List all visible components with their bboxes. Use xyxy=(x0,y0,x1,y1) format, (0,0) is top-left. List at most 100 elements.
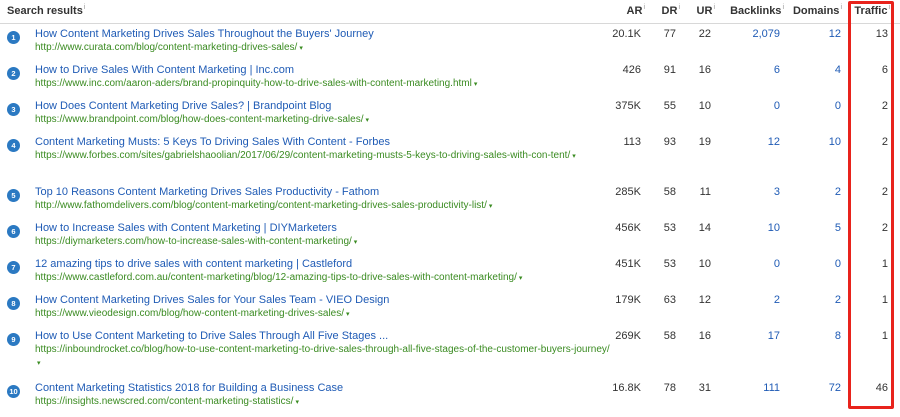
result-url-text[interactable]: https://www.forbes.com/sites/gabrielshao… xyxy=(35,150,570,161)
cell-domains[interactable]: 0 xyxy=(835,258,841,270)
chevron-down-icon[interactable]: ▾ xyxy=(366,117,370,124)
result-title-link[interactable]: Content Marketing Musts: 5 Keys To Drivi… xyxy=(35,136,390,148)
result-url: https://diymarketers.com/how-to-increase… xyxy=(35,235,610,249)
result-title-link[interactable]: 12 amazing tips to drive sales with cont… xyxy=(35,258,352,270)
chevron-down-icon[interactable]: ▾ xyxy=(519,275,523,282)
chevron-down-icon[interactable]: ▾ xyxy=(572,153,576,160)
result-title-link[interactable]: How to Drive Sales With Content Marketin… xyxy=(35,64,294,76)
chevron-down-icon[interactable]: ▾ xyxy=(354,239,358,246)
cell-traffic: 46 xyxy=(875,382,888,394)
cell-traffic: 6 xyxy=(881,64,888,76)
cell-ur: 19 xyxy=(698,136,711,148)
cell-backlinks[interactable]: 0 xyxy=(774,100,780,112)
traffic-column-highlight xyxy=(848,1,894,409)
cell-ur: 16 xyxy=(698,330,711,342)
result-url: https://www.castleford.com.au/content-ma… xyxy=(35,271,610,285)
result-url: http://www.curata.com/blog/content-marke… xyxy=(35,41,610,55)
header-divider xyxy=(0,23,900,24)
cell-domains[interactable]: 2 xyxy=(835,186,841,198)
cell-dr: 91 xyxy=(663,64,676,76)
result-url: https://www.forbes.com/sites/gabrielshao… xyxy=(35,149,610,163)
cell-dr: 58 xyxy=(663,330,676,342)
cell-domains[interactable]: 72 xyxy=(829,382,841,394)
cell-ar: 375K xyxy=(615,100,641,112)
info-icon[interactable]: i xyxy=(713,4,715,11)
result-url-text[interactable]: https://www.vieodesign.com/blog/how-cont… xyxy=(35,308,344,319)
cell-traffic: 1 xyxy=(881,294,888,306)
rank-badge: 3 xyxy=(7,103,20,116)
cell-ur: 31 xyxy=(698,382,711,394)
rank-badge: 1 xyxy=(7,31,20,44)
rank-badge: 6 xyxy=(7,225,20,238)
cell-domains[interactable]: 10 xyxy=(829,136,841,148)
result-url-text[interactable]: https://www.castleford.com.au/content-ma… xyxy=(35,272,517,283)
chevron-down-icon[interactable]: ▾ xyxy=(489,203,493,210)
cell-ur: 12 xyxy=(698,294,711,306)
header-ur[interactable]: URi xyxy=(697,4,715,17)
chevron-down-icon[interactable]: ▾ xyxy=(346,311,350,318)
info-icon[interactable]: i xyxy=(84,4,86,11)
cell-backlinks[interactable]: 17 xyxy=(768,330,780,342)
cell-dr: 55 xyxy=(663,100,676,112)
cell-ur: 22 xyxy=(698,28,711,40)
cell-backlinks[interactable]: 12 xyxy=(768,136,780,148)
cell-traffic: 2 xyxy=(881,100,888,112)
cell-backlinks[interactable]: 10 xyxy=(768,222,780,234)
cell-backlinks[interactable]: 2,079 xyxy=(752,28,780,40)
result-url: http://www.fathomdelivers.com/blog/conte… xyxy=(35,199,610,213)
cell-dr: 53 xyxy=(663,222,676,234)
result-title-link[interactable]: How Content Marketing Drives Sales Throu… xyxy=(35,28,374,40)
header-domains[interactable]: Domainsi xyxy=(793,4,842,17)
cell-backlinks[interactable]: 6 xyxy=(774,64,780,76)
result-title-link[interactable]: How Content Marketing Drives Sales for Y… xyxy=(35,294,389,306)
header-dr[interactable]: DRi xyxy=(662,4,680,17)
result-url-text[interactable]: https://www.inc.com/aaron-aders/brand-pr… xyxy=(35,78,472,89)
cell-domains[interactable]: 5 xyxy=(835,222,841,234)
cell-domains[interactable]: 8 xyxy=(835,330,841,342)
chevron-down-icon[interactable]: ▾ xyxy=(295,399,299,406)
result-url-text[interactable]: http://www.curata.com/blog/content-marke… xyxy=(35,42,297,53)
header-ar[interactable]: ARi xyxy=(627,4,645,17)
info-icon[interactable]: i xyxy=(840,4,842,11)
cell-ur: 10 xyxy=(698,100,711,112)
result-url-text[interactable]: https://inboundrocket.co/blog/how-to-use… xyxy=(35,344,610,355)
cell-ar: 451K xyxy=(615,258,641,270)
cell-backlinks[interactable]: 0 xyxy=(774,258,780,270)
result-url-text[interactable]: https://insights.newscred.com/content-ma… xyxy=(35,396,293,407)
info-icon[interactable]: i xyxy=(643,4,645,11)
header-search-results[interactable]: Search resultsi xyxy=(7,4,86,17)
result-url-text[interactable]: http://www.fathomdelivers.com/blog/conte… xyxy=(35,200,487,211)
result-title-link[interactable]: Top 10 Reasons Content Marketing Drives … xyxy=(35,186,379,198)
cell-backlinks[interactable]: 3 xyxy=(774,186,780,198)
cell-traffic: 2 xyxy=(881,222,888,234)
cell-backlinks[interactable]: 2 xyxy=(774,294,780,306)
cell-dr: 53 xyxy=(663,258,676,270)
header-traffic[interactable]: Traffici xyxy=(854,4,890,17)
cell-domains[interactable]: 0 xyxy=(835,100,841,112)
cell-ar: 456K xyxy=(615,222,641,234)
result-url-text[interactable]: https://www.brandpoint.com/blog/how-does… xyxy=(35,114,364,125)
result-title-link[interactable]: How to Use Content Marketing to Drive Sa… xyxy=(35,330,388,342)
cell-domains[interactable]: 12 xyxy=(829,28,841,40)
result-url-text[interactable]: https://diymarketers.com/how-to-increase… xyxy=(35,236,352,247)
info-icon[interactable]: i xyxy=(782,4,784,11)
rank-badge: 2 xyxy=(7,67,20,80)
result-title-link[interactable]: How to Increase Sales with Content Marke… xyxy=(35,222,337,234)
chevron-down-icon[interactable]: ▾ xyxy=(37,360,41,367)
info-icon[interactable]: i xyxy=(888,4,890,11)
rank-badge: 10 xyxy=(7,385,20,398)
result-url: https://inboundrocket.co/blog/how-to-use… xyxy=(35,343,610,370)
chevron-down-icon[interactable]: ▾ xyxy=(474,81,478,88)
info-icon[interactable]: i xyxy=(678,4,680,11)
cell-domains[interactable]: 4 xyxy=(835,64,841,76)
result-title-link[interactable]: How Does Content Marketing Drive Sales? … xyxy=(35,100,331,112)
rank-badge: 7 xyxy=(7,261,20,274)
rank-badge: 4 xyxy=(7,139,20,152)
chevron-down-icon[interactable]: ▾ xyxy=(299,45,303,52)
cell-domains[interactable]: 2 xyxy=(835,294,841,306)
result-title-link[interactable]: Content Marketing Statistics 2018 for Bu… xyxy=(35,382,343,394)
cell-traffic: 1 xyxy=(881,330,888,342)
header-backlinks[interactable]: Backlinksi xyxy=(730,4,784,17)
cell-backlinks[interactable]: 111 xyxy=(763,382,780,394)
result-url: https://insights.newscred.com/content-ma… xyxy=(35,395,610,409)
